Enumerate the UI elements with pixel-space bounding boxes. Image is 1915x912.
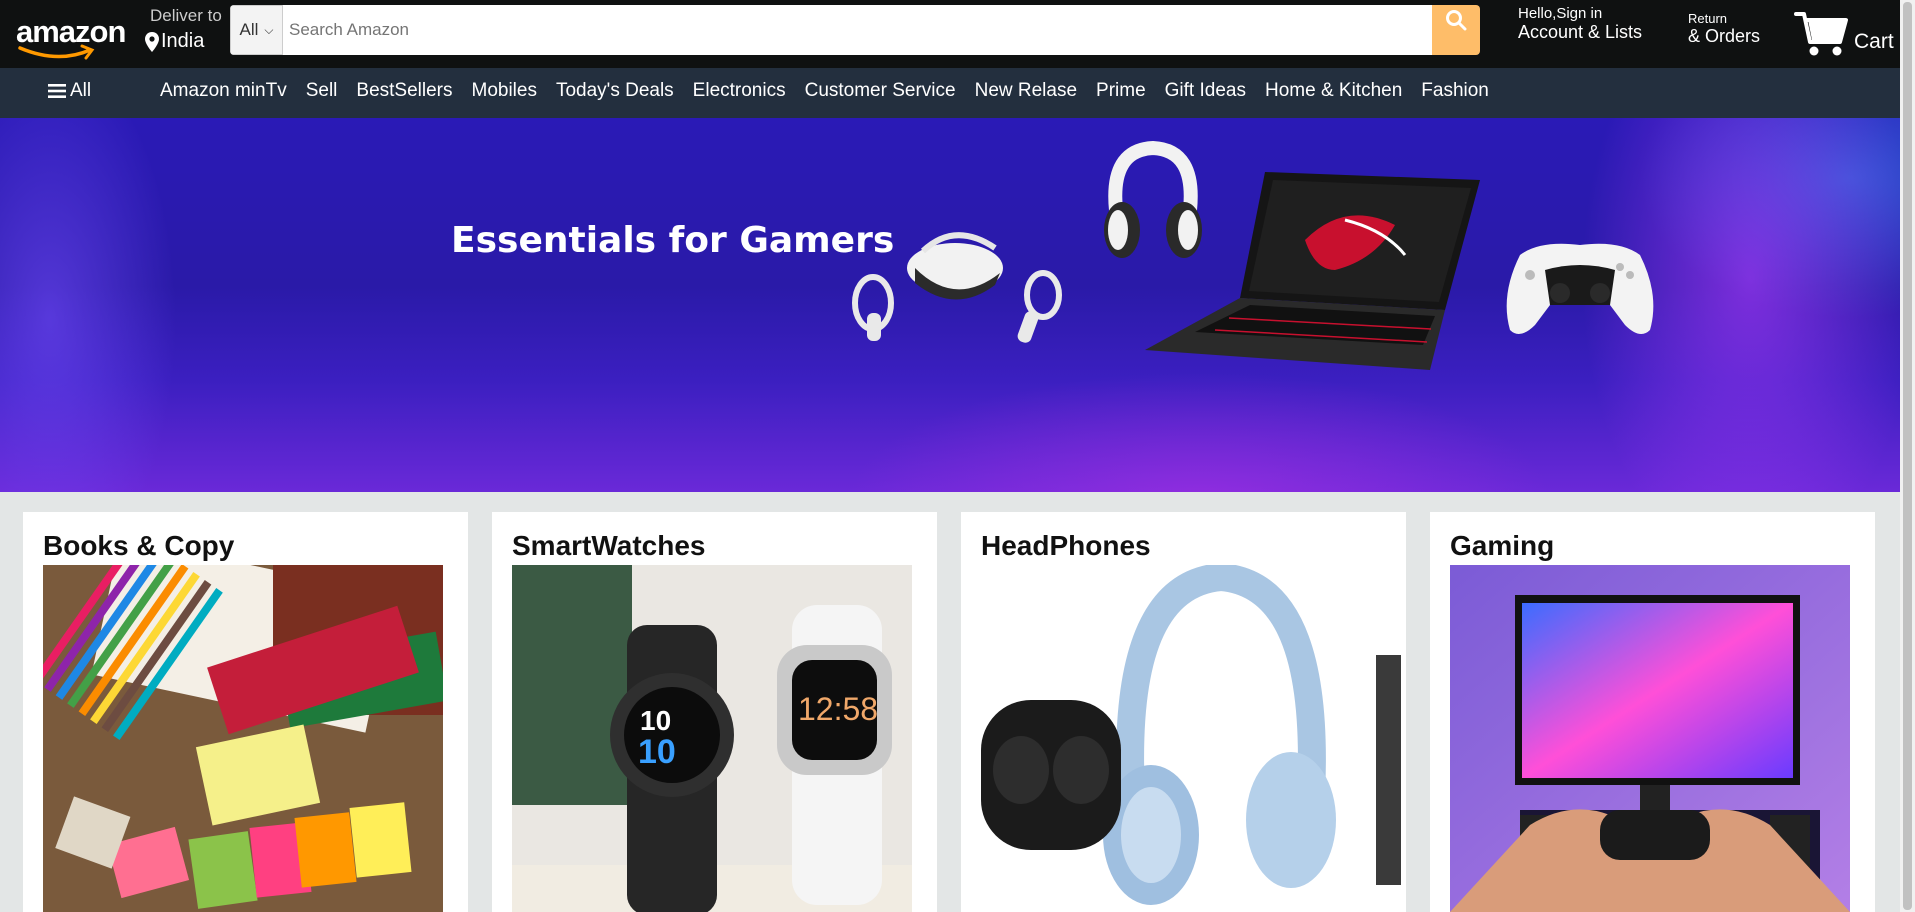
all-menu-label: All xyxy=(70,80,92,101)
search-icon xyxy=(1446,10,1467,31)
subnav-link-todays-deals[interactable]: Today's Deals xyxy=(556,80,674,102)
subnav-links: Amazon minTv Sell BestSellers Mobiles To… xyxy=(160,80,1508,102)
subnav-link-mobiles[interactable]: Mobiles xyxy=(472,80,537,102)
amazon-logo[interactable]: amazon xyxy=(6,6,140,62)
category-card-books[interactable]: Books & Copy xyxy=(23,512,468,912)
page-scrollbar[interactable] xyxy=(1900,0,1915,912)
scrollbar-thumb[interactable] xyxy=(1903,2,1912,910)
card-gap xyxy=(1875,512,1900,912)
headphones-image xyxy=(981,565,1401,912)
search-input[interactable] xyxy=(283,5,1432,55)
hero-banner[interactable]: Essentials for Gamers xyxy=(0,118,1900,492)
subnav-link-gift-ideas[interactable]: Gift Ideas xyxy=(1165,80,1246,102)
deliver-to[interactable]: Deliver to India xyxy=(145,6,222,53)
svg-text:10: 10 xyxy=(638,733,676,771)
svg-text:12:58: 12:58 xyxy=(798,691,878,727)
deliver-label: Deliver to xyxy=(150,6,222,25)
card-gap xyxy=(937,512,961,912)
deliver-location-row: India xyxy=(145,30,222,53)
subnav-link-new-release[interactable]: New Relase xyxy=(975,80,1077,102)
card-gap xyxy=(1406,512,1430,912)
category-card-gaming[interactable]: Gaming xyxy=(1430,512,1875,912)
returns-orders[interactable]: Return & Orders xyxy=(1688,11,1760,47)
gaming-image xyxy=(1450,565,1850,912)
search-category-value: All xyxy=(239,20,259,39)
cart-icon xyxy=(1794,12,1848,56)
subnav-link-electronics[interactable]: Electronics xyxy=(693,80,786,102)
smartwatches-image: 10 10 12:58 xyxy=(512,565,912,912)
top-navbar: amazon Deliver to India All ⌵ Search Ama… xyxy=(0,0,1900,68)
card-title: Gaming xyxy=(1450,530,1555,561)
svg-text:10: 10 xyxy=(640,705,671,736)
category-cards: Books & Copy SmartWatches 10 10 12:58 He… xyxy=(0,492,1900,912)
account-lists[interactable]: Hello,Sign in Account & Lists xyxy=(1518,5,1642,43)
category-card-smartwatches[interactable]: SmartWatches 10 10 12:58 xyxy=(492,512,937,912)
hamburger-icon xyxy=(48,84,66,98)
account-greeting: Hello,Sign in xyxy=(1518,5,1603,22)
subnav-link-fashion[interactable]: Fashion xyxy=(1421,80,1489,102)
stationery-image xyxy=(43,565,443,912)
gaming-laptop-image xyxy=(1145,172,1480,370)
card-title: Books & Copy xyxy=(43,530,235,561)
card-title: HeadPhones xyxy=(981,530,1151,561)
subnav-link-home-kitchen[interactable]: Home & Kitchen xyxy=(1265,80,1402,102)
card-gap xyxy=(468,512,492,912)
search-bar: All ⌵ xyxy=(230,5,1480,55)
orders-small-label: Return xyxy=(1688,11,1728,26)
deliver-location: India xyxy=(161,30,205,52)
subnav-link-bestsellers[interactable]: BestSellers xyxy=(356,80,452,102)
cart-label: Cart xyxy=(1854,30,1894,53)
secondary-navbar: All Amazon minTv Sell BestSellers Mobile… xyxy=(0,68,1900,118)
subnav-link-amazon-mintv[interactable]: Amazon minTv xyxy=(160,80,287,102)
subnav-link-prime[interactable]: Prime xyxy=(1096,80,1146,102)
all-menu-button[interactable]: All xyxy=(48,80,91,102)
category-card-headphones[interactable]: HeadPhones xyxy=(961,512,1406,912)
orders-big-label: & Orders xyxy=(1688,26,1761,46)
game-controller-image xyxy=(1506,243,1654,334)
subnav-link-sell[interactable]: Sell xyxy=(306,80,338,102)
logo-smile-icon xyxy=(18,44,95,60)
cart-button[interactable]: Cart xyxy=(1794,2,1894,58)
chevron-down-icon: ⌵ xyxy=(264,22,274,37)
account-label: Account & Lists xyxy=(1518,22,1643,42)
search-category-select[interactable]: All ⌵ xyxy=(230,5,283,55)
search-button[interactable] xyxy=(1432,5,1480,55)
subnav-link-customer-service[interactable]: Customer Service xyxy=(805,80,956,102)
location-pin-icon xyxy=(145,31,159,52)
vr-headset-image xyxy=(852,232,1062,343)
card-title: SmartWatches xyxy=(512,530,706,561)
hero-title: Essentials for Gamers xyxy=(451,220,895,261)
